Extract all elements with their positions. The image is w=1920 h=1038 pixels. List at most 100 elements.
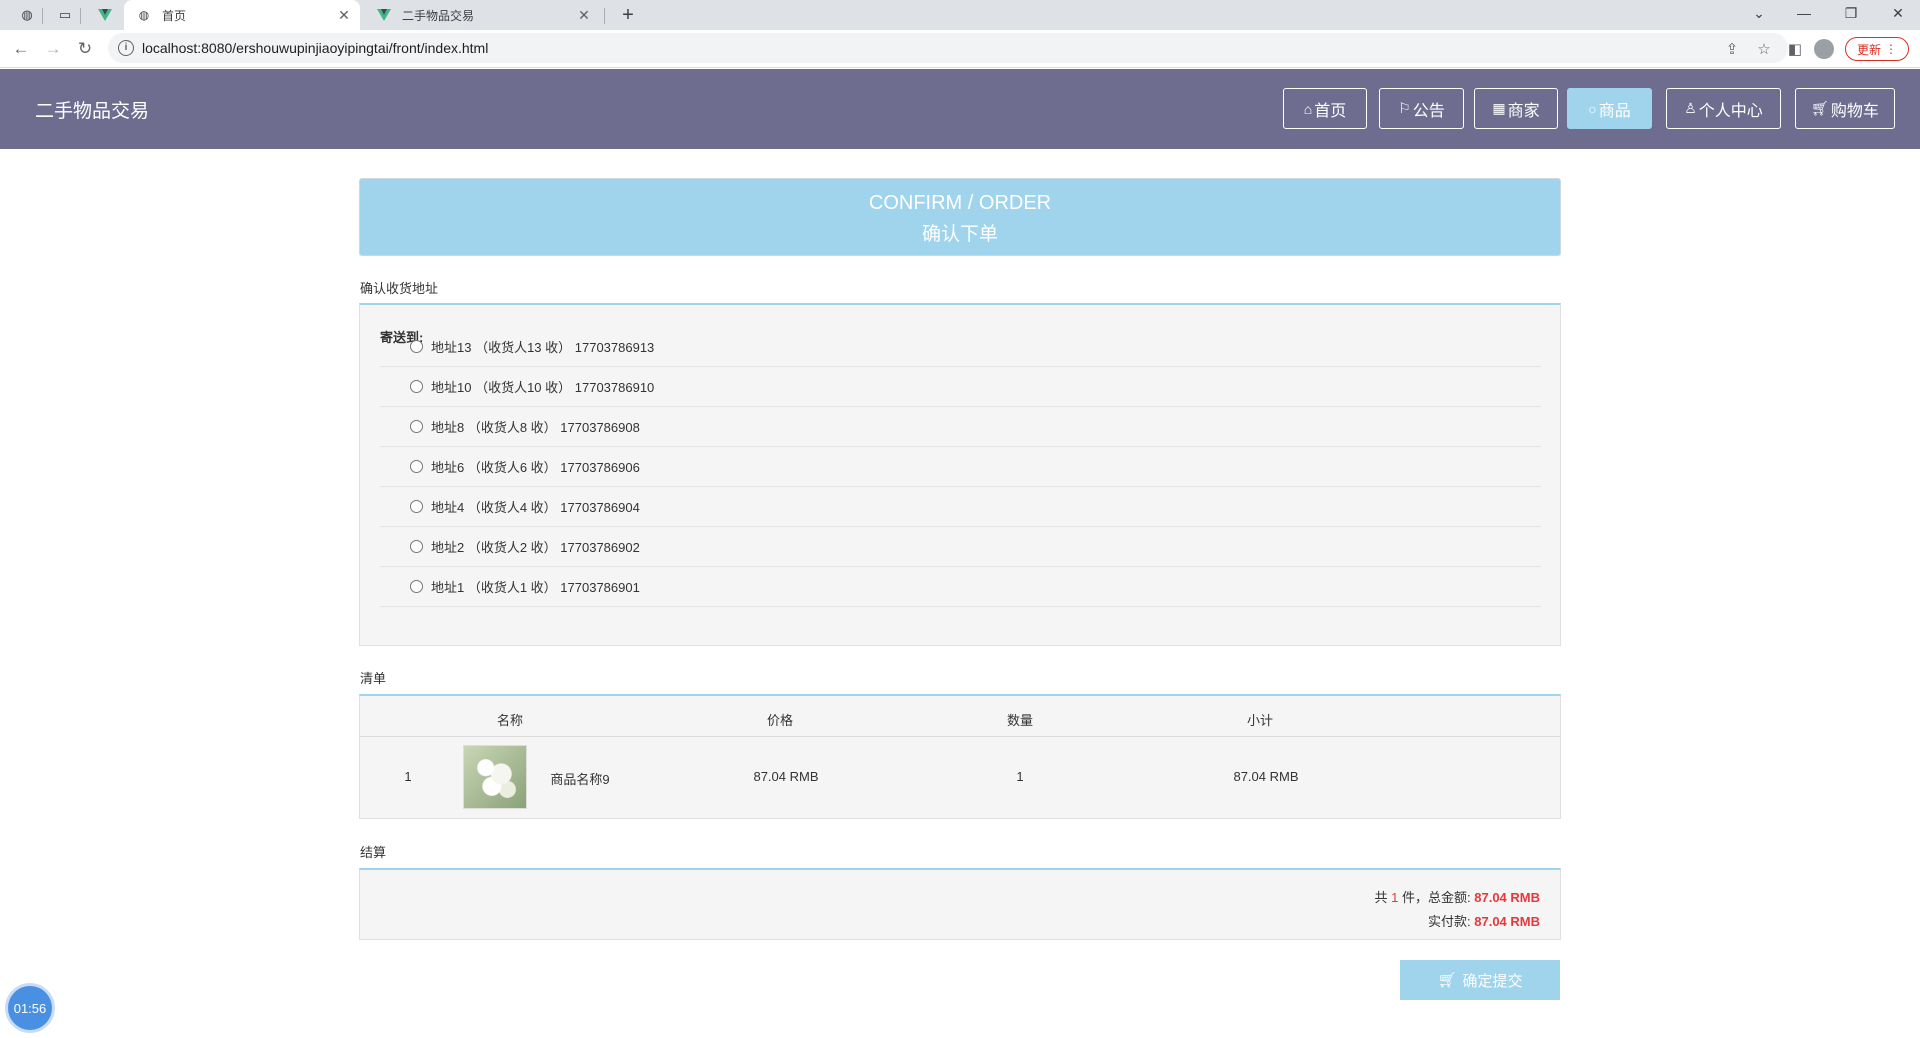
address-radio[interactable]	[410, 540, 423, 553]
address-text: 地址13 （收货人13 收） 17703786913	[431, 340, 655, 355]
address-radio[interactable]	[410, 340, 423, 353]
page-icon[interactable]: ▭	[56, 6, 74, 24]
url-text[interactable]: localhost:8080/ershouwupinjiaoyipingtai/…	[142, 40, 488, 56]
address-text: 地址6 （收货人6 收） 17703786906	[431, 460, 640, 475]
address-option[interactable]: 地址13 （收货人13 收） 17703786913	[380, 327, 1541, 367]
tab-home[interactable]: ◍ 首页 ✕	[124, 0, 360, 30]
submit-order-button[interactable]: 🛒︎ 确定提交	[1400, 960, 1560, 1000]
address-text: 地址4 （收货人4 收） 17703786904	[431, 500, 640, 515]
globe-icon[interactable]: ◍	[18, 6, 36, 24]
globe-icon: ◍	[138, 8, 150, 22]
address-radio[interactable]	[410, 500, 423, 513]
product-price: 87.04 RMB	[753, 769, 819, 784]
nav-cart[interactable]: 🛒︎ 购物车	[1795, 88, 1895, 129]
address-option[interactable]: 地址8 （收货人8 收） 17703786908	[380, 407, 1541, 447]
product-subtotal: 87.04 RMB	[1233, 769, 1299, 784]
minimize-button[interactable]: —	[1784, 0, 1824, 26]
banner-title-en: CONFIRM / ORDER	[868, 192, 1052, 214]
nav-merchant[interactable]: ▦ 商家	[1474, 88, 1558, 129]
tab-title: 首页	[162, 8, 187, 23]
column-quantity: 数量	[1006, 713, 1034, 728]
address-text: 地址2 （收货人2 收） 17703786902	[431, 540, 640, 555]
table-header: 名称 价格 数量 小计	[360, 696, 1560, 737]
total-summary: 共 1 件，总金额: 87.04 RMB	[1375, 887, 1541, 906]
count-prefix: 共	[1374, 890, 1388, 905]
close-window-button[interactable]: ✕	[1878, 0, 1918, 26]
nav-notice[interactable]: ⚐ 公告	[1379, 88, 1464, 129]
update-label: 更新	[1856, 42, 1881, 57]
new-tab-button[interactable]: +	[616, 3, 640, 27]
address-option[interactable]: 地址1 （收货人1 收） 17703786901	[380, 567, 1541, 607]
nav-label: 商家	[1507, 102, 1540, 120]
browser-toolbar: ← → ↻ i localhost:8080/ershouwupinjiaoyi…	[0, 30, 1920, 68]
close-icon[interactable]: ✕	[336, 7, 352, 23]
address-bar[interactable]: i localhost:8080/ershouwupinjiaoyipingta…	[108, 33, 1788, 63]
address-radio[interactable]	[410, 380, 423, 393]
address-radio[interactable]	[410, 460, 423, 473]
tab-title: 二手物品交易	[402, 8, 475, 23]
address-text: 地址1 （收货人1 收） 17703786901	[431, 580, 640, 595]
vue-icon	[376, 7, 392, 23]
order-list-table: 名称 价格 数量 小计 1 商品名称9 87.04 RMB 1 87.04 RM…	[359, 694, 1561, 819]
flag-icon: ⚐	[1398, 100, 1411, 116]
bookmark-star-icon[interactable]: ☆	[1754, 39, 1774, 59]
item-count: 1	[1391, 890, 1399, 905]
browser-tab-strip: ◍ ▭ ◍ 首页 ✕ 二手物品交易 ✕ + ⌄ — ❐ ✕	[0, 0, 1920, 30]
count-suffix: 件，总金额:	[1402, 890, 1471, 905]
close-icon[interactable]: ✕	[576, 7, 592, 23]
vue-tab-icon[interactable]	[96, 6, 114, 24]
site-title: 二手物品交易	[35, 101, 150, 122]
tab-secondhand[interactable]: 二手物品交易 ✕	[364, 0, 600, 30]
more-menu-icon: ⋮	[1885, 42, 1897, 56]
nav-goods[interactable]: ○ 商品	[1567, 88, 1652, 129]
product-quantity: 1	[1016, 769, 1024, 784]
site-header: 二手物品交易 ⌂ 首页 ⚐ 公告 ▦ 商家 ○ 商品 ♙ 个人中心 🛒︎ 购物车	[0, 69, 1920, 149]
reload-button[interactable]: ↻	[73, 37, 97, 61]
address-radio[interactable]	[410, 420, 423, 433]
nav-label: 购物车	[1830, 102, 1879, 120]
confirm-order-banner: CONFIRM / ORDER 确认下单	[359, 178, 1561, 256]
profile-avatar[interactable]	[1814, 39, 1834, 59]
settle-panel: 共 1 件，总金额: 87.04 RMB 实付款: 87.04 RMB	[359, 868, 1561, 940]
update-button[interactable]: 更新 ⋮	[1845, 37, 1909, 61]
product-name: 商品名称9	[550, 772, 610, 787]
column-subtotal: 小计	[1246, 713, 1274, 728]
nav-label: 商品	[1598, 102, 1631, 120]
banner-title-zh: 确认下单	[921, 224, 998, 245]
row-index: 1	[404, 769, 412, 784]
address-radio[interactable]	[410, 580, 423, 593]
forward-button[interactable]: →	[41, 37, 65, 61]
tab-separator	[604, 8, 605, 24]
info-icon[interactable]: i	[118, 40, 134, 56]
nav-personal-center[interactable]: ♙ 个人中心	[1666, 88, 1781, 129]
address-option[interactable]: 地址4 （收货人4 收） 17703786904	[380, 487, 1541, 527]
address-option[interactable]: 地址10 （收货人10 收） 17703786910	[380, 367, 1541, 407]
cart-icon: 🛒︎	[1811, 100, 1829, 116]
tab-search-icon[interactable]: ⌄	[1739, 0, 1779, 26]
user-icon: ♙	[1684, 100, 1697, 116]
product-thumbnail[interactable]	[463, 745, 527, 809]
nav-label: 首页	[1314, 102, 1347, 120]
paid-amount: 87.04 RMB	[1474, 914, 1540, 929]
nav-label: 公告	[1412, 102, 1445, 120]
nav-home[interactable]: ⌂ 首页	[1283, 88, 1367, 129]
timer-badge[interactable]: 01:56	[8, 986, 52, 1030]
address-option[interactable]: 地址6 （收货人6 收） 17703786906	[380, 447, 1541, 487]
paid-label: 实付款:	[1428, 914, 1471, 929]
side-panel-icon[interactable]: ◧	[1784, 38, 1806, 60]
address-panel: 寄送到: 地址13 （收货人13 收） 17703786913 地址10 （收货…	[359, 303, 1561, 646]
settle-section-title: 结算	[360, 845, 387, 860]
list-section-title: 清单	[360, 671, 387, 686]
gift-icon: ▦	[1492, 100, 1506, 116]
circle-icon: ○	[1588, 100, 1597, 117]
back-button[interactable]: ←	[9, 37, 33, 61]
address-option[interactable]: 地址2 （收货人2 收） 17703786902	[380, 527, 1541, 567]
restore-button[interactable]: ❐	[1831, 0, 1871, 26]
tab-separator	[80, 8, 81, 24]
address-text: 地址10 （收货人10 收） 17703786910	[431, 380, 655, 395]
nav-label: 个人中心	[1698, 102, 1763, 120]
share-icon[interactable]: ⇪	[1722, 39, 1742, 59]
paid-summary: 实付款: 87.04 RMB	[1428, 911, 1540, 930]
total-amount: 87.04 RMB	[1474, 890, 1540, 905]
tab-separator	[42, 8, 43, 24]
